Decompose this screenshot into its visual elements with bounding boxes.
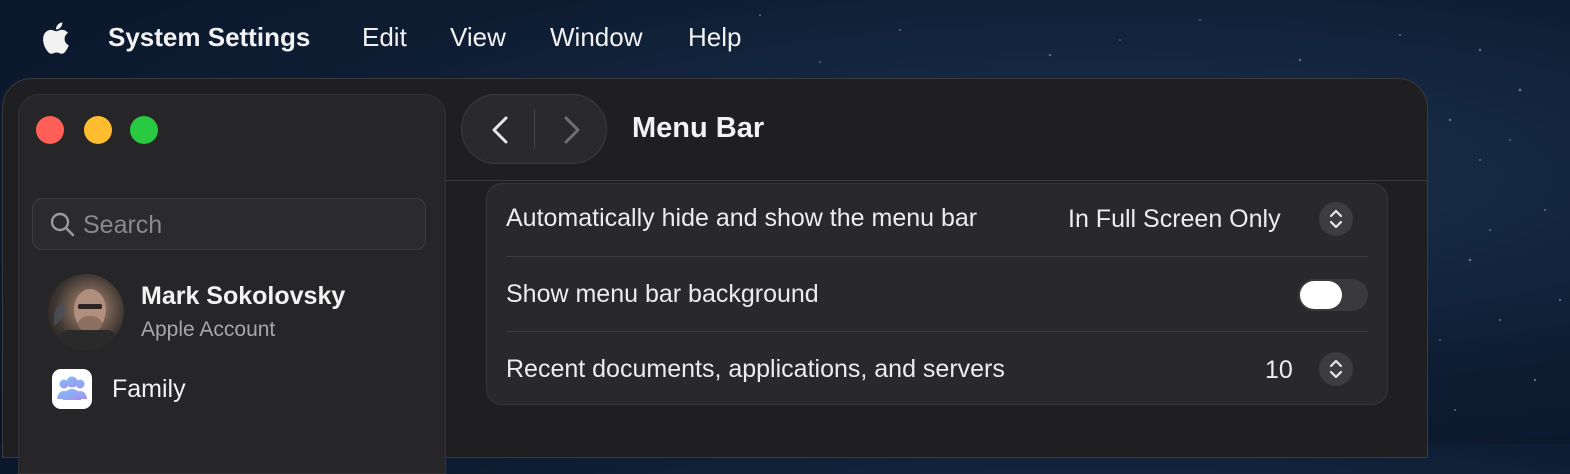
- minimize-button[interactable]: [84, 116, 112, 144]
- auto-hide-popup-arrows[interactable]: [1319, 202, 1353, 236]
- account-subtitle: Apple Account: [141, 318, 276, 341]
- menu-help[interactable]: Help: [688, 20, 741, 54]
- search-input[interactable]: [81, 207, 415, 243]
- toggle-knob: [1300, 281, 1342, 309]
- avatar-photo: [52, 289, 124, 350]
- sidebar-search[interactable]: [32, 198, 426, 250]
- zoom-button[interactable]: [130, 116, 158, 144]
- avatar[interactable]: [48, 274, 124, 350]
- close-button[interactable]: [36, 116, 64, 144]
- sidebar-item-family[interactable]: Family: [112, 375, 186, 404]
- chevron-up-down-icon: [1329, 209, 1343, 229]
- menu-edit[interactable]: Edit: [362, 20, 407, 54]
- search-icon: [50, 212, 75, 237]
- auto-hide-label: Automatically hide and show the menu bar: [506, 204, 978, 232]
- menu-view[interactable]: View: [450, 20, 506, 54]
- account-name[interactable]: Mark Sokolovsky: [141, 282, 345, 311]
- apple-logo-icon[interactable]: [40, 22, 70, 54]
- auto-hide-popup[interactable]: In Full Screen Only: [1068, 205, 1281, 234]
- forward-button[interactable]: [556, 113, 586, 147]
- recent-items-popup[interactable]: 10: [1265, 356, 1293, 385]
- row-separator: [506, 331, 1368, 332]
- recent-items-popup-arrows[interactable]: [1319, 352, 1353, 386]
- back-button[interactable]: [486, 113, 516, 147]
- menu-bar-background-toggle[interactable]: [1298, 279, 1368, 311]
- menu-window[interactable]: Window: [550, 20, 642, 54]
- menu-app-name[interactable]: System Settings: [108, 20, 310, 54]
- family-icon: [52, 369, 92, 409]
- chevron-up-down-icon: [1329, 359, 1343, 379]
- background-label: Show menu bar background: [506, 280, 819, 308]
- row-separator: [506, 256, 1368, 257]
- menu-bar: System Settings Edit View Window Help: [0, 0, 1570, 74]
- nav-divider: [534, 109, 535, 149]
- page-title: Menu Bar: [632, 112, 765, 144]
- navigation-control: [461, 94, 607, 164]
- recent-items-label: Recent documents, applications, and serv…: [506, 355, 1005, 383]
- toolbar-divider: [446, 180, 1427, 181]
